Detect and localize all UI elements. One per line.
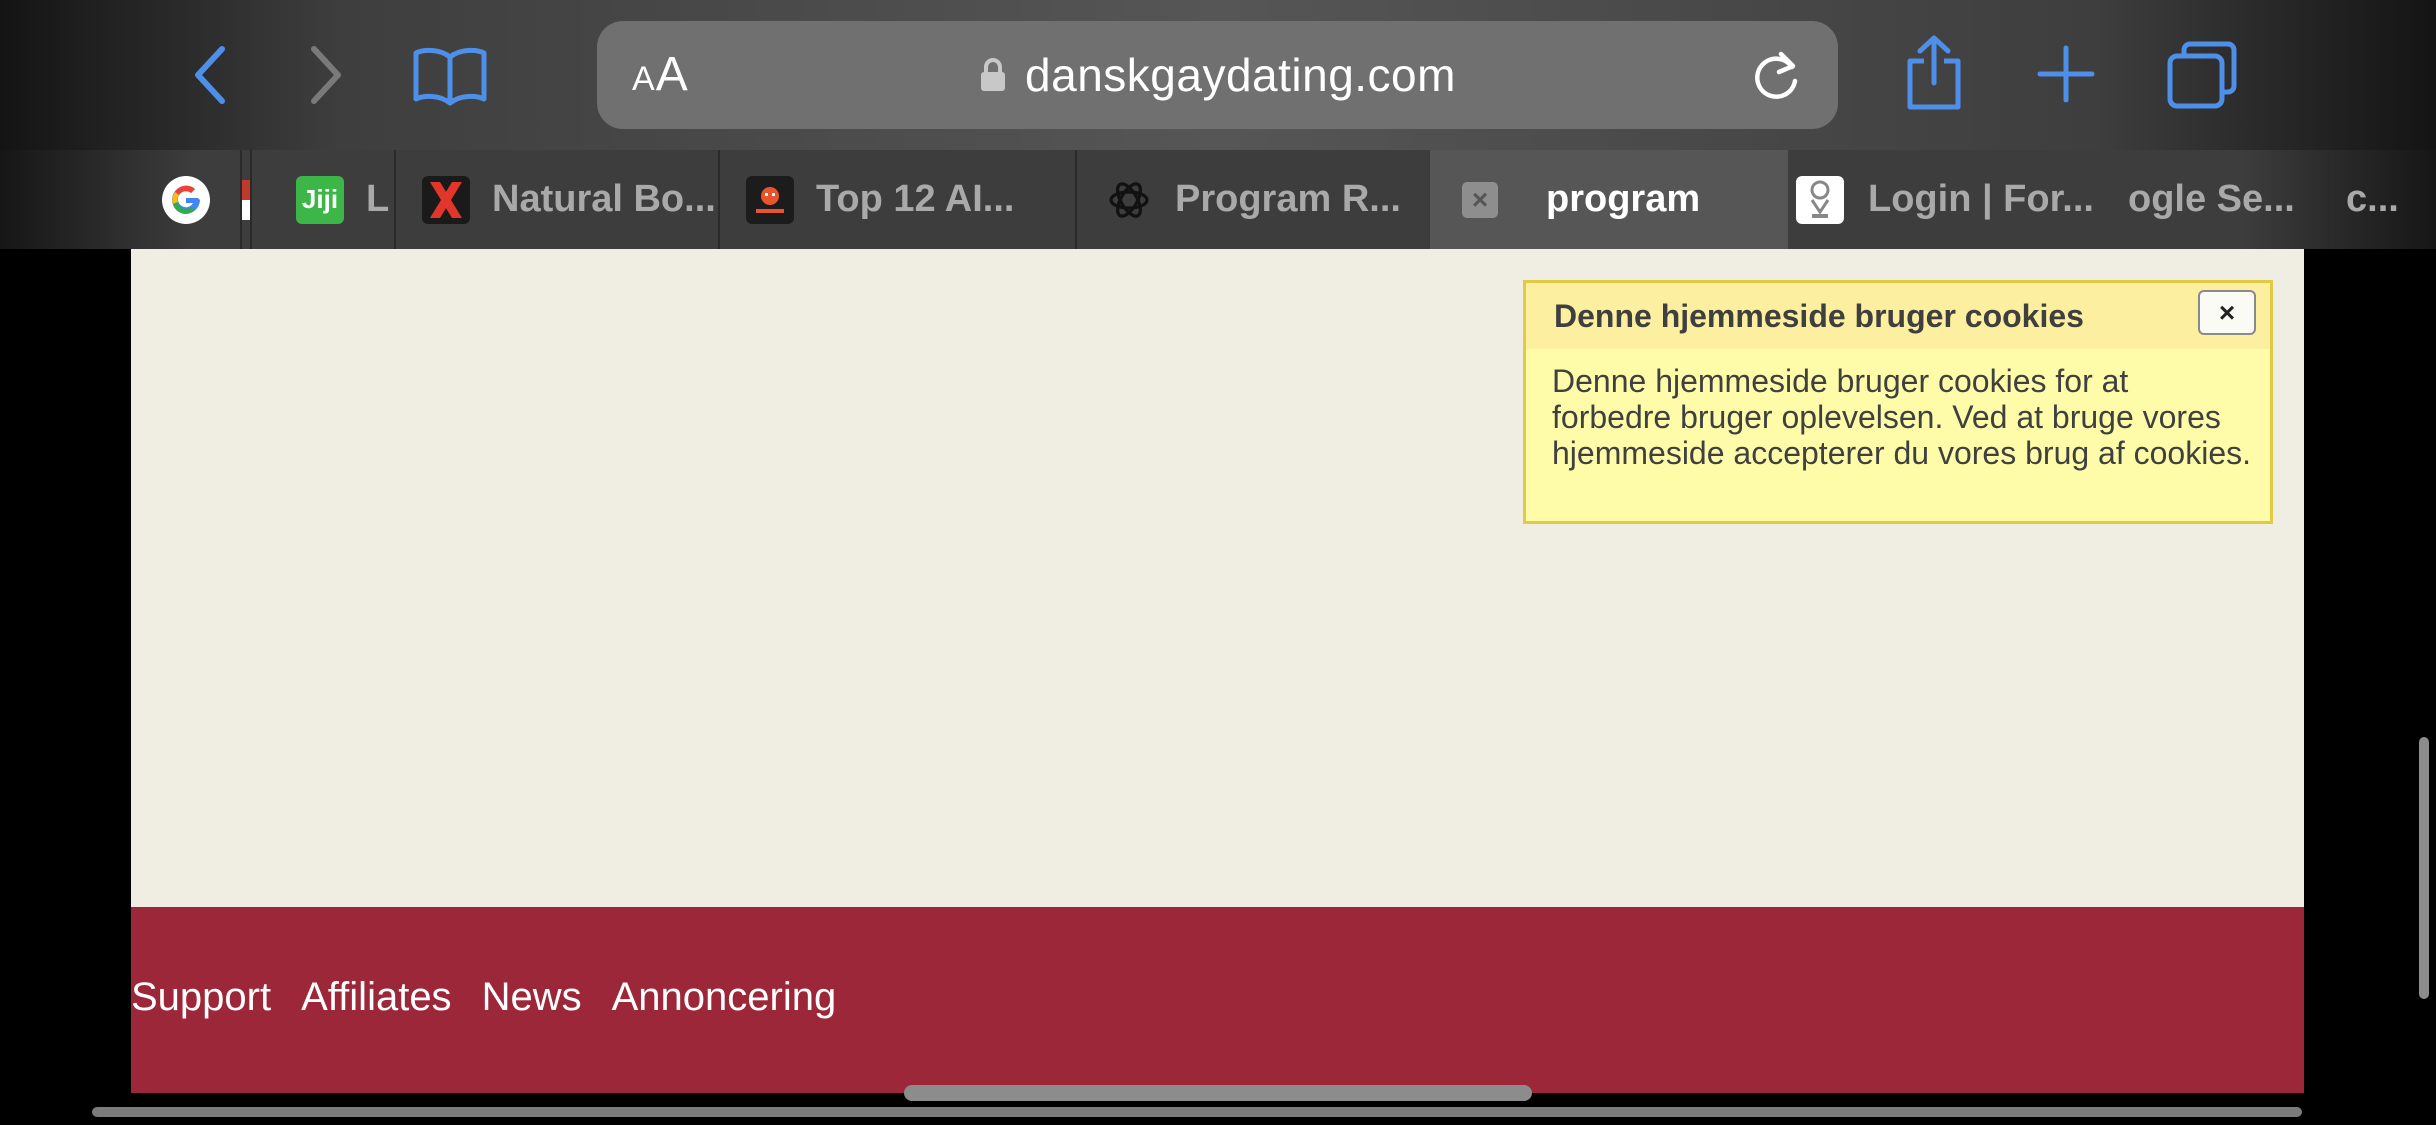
forward-button[interactable] [296,36,356,114]
flag-icon [242,179,250,220]
tabs-overview-button[interactable] [2164,38,2240,112]
jiji-icon: Jiji [296,175,344,224]
address-bar[interactable]: AA danskgaydating.com [597,21,1838,129]
home-indicator[interactable] [904,1085,1532,1101]
cookie-banner-title: Denne hjemmeside bruger cookies [1554,298,2084,334]
new-tab-button[interactable] [2034,40,2098,108]
footer-links: Support Affiliates News Annoncering [131,975,836,1020]
footer-link-affiliates[interactable]: Affiliates [301,975,451,1020]
share-icon [1907,35,1961,110]
back-icon [195,46,225,104]
reload-button[interactable] [1748,47,1804,108]
reload-icon [1755,51,1798,99]
tab-overflow[interactable]: c... [2328,150,2436,249]
robot-icon [746,175,794,224]
tabs-overview-icon [2167,41,2237,109]
new-tab-icon [2037,45,2095,103]
close-tab-icon[interactable]: × [1462,181,1498,218]
footer-link-support[interactable]: Support [131,975,271,1020]
lock-icon [981,58,1006,91]
forward-icon [311,46,341,104]
footer-link-annoncering[interactable]: Annoncering [612,975,837,1020]
openai-icon [1105,176,1153,224]
tab-flag[interactable] [240,150,250,249]
browser-window: AA danskgaydating.com Jiji L Natural Bo.… [0,0,2436,1125]
site-footer: Support Affiliates News Annoncering [131,907,2304,1093]
url-text: danskgaydating.com [1025,49,1456,101]
web-page: Denne hjemmeside bruger cookies × Denne … [131,249,2304,1093]
tab-program-r[interactable]: Program R... [1075,150,1430,249]
browser-toolbar: AA danskgaydating.com [0,0,2436,150]
cookie-banner: Denne hjemmeside bruger cookies × Denne … [1523,280,2273,524]
horizontal-scrollbar[interactable] [92,1107,2302,1117]
tab-jiji[interactable]: Jiji L [250,150,394,249]
tab-google-search[interactable]: ogle Se... [2128,150,2328,249]
bookmarks-button[interactable] [408,38,492,112]
footer-link-news[interactable]: News [482,975,582,1020]
cookie-banner-text: Denne hjemmeside bruger cookies for at f… [1552,363,2252,471]
tab-login-for[interactable]: Login | For... [1788,150,2128,249]
cookie-banner-header: Denne hjemmeside bruger cookies × [1526,283,2270,349]
tab-top-12-ai[interactable]: Top 12 AI... [718,150,1075,249]
trophy-icon [1796,175,1844,224]
google-icon [162,175,210,224]
bookmarks-icon [413,47,487,106]
tab-google[interactable] [150,150,240,249]
x-logo-icon [422,175,470,224]
tab-program-active[interactable]: × program [1430,150,1788,249]
share-button[interactable] [1898,30,1970,116]
tab-strip: Jiji L Natural Bo... Top 12 AI... Progra… [0,150,2436,249]
back-button[interactable] [180,36,240,114]
vertical-scrollbar[interactable] [2419,737,2429,999]
cookie-close-button[interactable]: × [2198,290,2256,335]
tab-natural-bo[interactable]: Natural Bo... [394,150,718,249]
